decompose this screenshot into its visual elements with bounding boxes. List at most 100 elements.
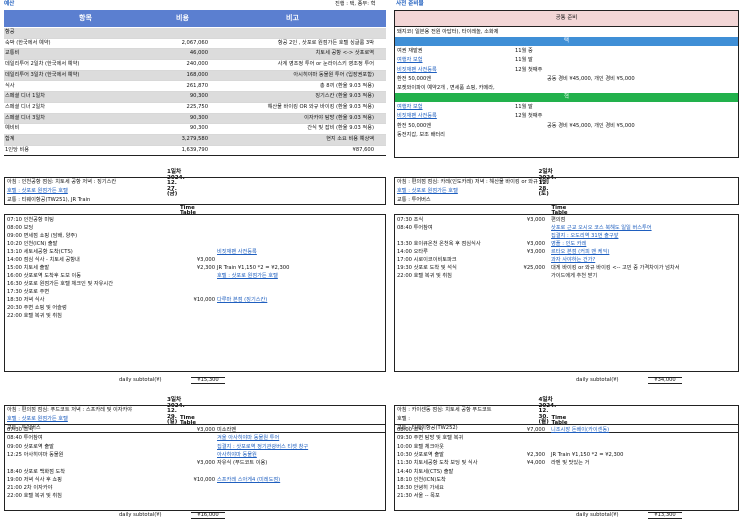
schedule-link[interactable]: 과자 사야하는 건가? (551, 257, 595, 263)
schedule-link[interactable]: 영플 : 인도 카레 (551, 241, 586, 247)
budget-row: 예비비 90,300 간식 및 잡비 (환율 9.03 적용) (4, 124, 386, 135)
budget-note-cell: 항공 2인 , 삿포로 원점가든 호텔 싱글룸 3박 (277, 39, 374, 46)
schedule-text: 08:00 보딩 (7, 225, 34, 231)
time-table-row: 17:00 시로이코이비토파크 과자 사야하는 건가? (395, 257, 738, 265)
price-text: ¥10,000 (193, 297, 215, 303)
prep-when: 12월 첫째주 (515, 113, 543, 120)
prep-link[interactable]: 비짓재팬 사전등록 (397, 67, 437, 73)
budget-note-cell: 사계 영조정 투어 or 눈라이스키 영조정 투어 (277, 61, 374, 68)
subtotal-label: daily subtotal(¥) (576, 377, 619, 383)
budget-cost-cell: 1,639,790 (181, 146, 208, 153)
schedule-text: 10:20 인천(ICN) 출발 (7, 241, 58, 247)
schedule-note: JR Train ¥1,150 *2 = ¥2,300 (217, 265, 290, 271)
time-table-row: 09:00 면세점 쇼핑 (담배, 양주) (5, 233, 385, 241)
prep-row: 여권 재발권 11월 중 (397, 47, 737, 56)
budget-item-cell: 항공 (5, 29, 15, 35)
budget-header-row: 항목 비용 비고 (4, 10, 386, 27)
schedule-link[interactable]: 아사히야마 동물원 (217, 452, 257, 458)
hotel-line[interactable]: 호텔 : 삿포로 원점가든 호텔 (7, 188, 68, 194)
schedule-note: 편의점 (551, 217, 566, 223)
budget-item-cell: 데일리투어 3일차 (한국에서 예약) (5, 71, 80, 78)
prep-link[interactable]: 여행자 보험 (397, 104, 423, 110)
schedule-text: 16:00 삿포로역 도착후 도보 이동 (7, 273, 82, 279)
prep-item: 여권 재발권 (397, 48, 423, 54)
schedule-text: 18:30 저녁 식사 (7, 297, 45, 303)
schedule-text: 07:10 인천공항 미팅 (7, 217, 54, 223)
schedule-link[interactable]: 니조시장 돈베이(카이센동) (551, 427, 609, 433)
schedule-link[interactable]: 호텔 : 삿포로 원점가든 호텔 (217, 273, 278, 279)
schedule-link[interactable]: 삿포로 근교 오시오 코스 북해도 일일 버스투어 (551, 225, 652, 231)
hotel-line[interactable]: 호텔 : 삿포로 원점가든 호텔 (7, 416, 68, 422)
schedule-link[interactable]: 스프카레 스아게4 (미레도점) (217, 477, 280, 483)
budget-row: 데일리투어 2일차 (한국에서 예약) 240,000 사계 영조정 투어 or 눈… (4, 60, 386, 71)
schedule-text: 18:10 인천(ICN)도착 (397, 476, 446, 483)
hotel-line[interactable]: 호텔 : 삿포로 원점가든 호텔 (397, 188, 458, 194)
schedule-note: 대게 바이킹 or 와규 바이킹 <-- 고민 중 가격차이가 넘차서 (551, 265, 680, 271)
budget-item-cell: 교통비 (5, 50, 20, 57)
budget-note-cell: ¥87,600 (352, 146, 374, 153)
time-table-row: 16:30 삿포로 원점가든 호텔 체크인 및 자유시간 (5, 281, 385, 289)
schedule-link[interactable]: 다루마 본점 (징기스칸) (217, 297, 267, 303)
time-table-row: 14:40 치토세(CTS) 출발 (395, 469, 738, 477)
time-table-row: 09:00 삿포로역 출발 집결지 : 삿포로역 정기관광버스 티켓 창구 (5, 444, 385, 452)
time-table-row: 18:40 삿포로 백화점 도착 (5, 469, 385, 477)
time-table: 07:10 인천공항 미팅 08:00 보딩 09:00 면세점 쇼핑 (담배, 양… (4, 214, 386, 372)
subtotal-label: daily subtotal(¥) (119, 512, 162, 518)
prep-row: 환전 50,000엔 공동 경비 ¥45,000, 개인 경비 ¥5,000 (397, 75, 737, 84)
subtotal-value: ¥16,000 (191, 512, 225, 520)
prep-when: 11월 중 (515, 48, 533, 54)
budget-item-cell: 스페셜 디너 1일차 (5, 93, 46, 100)
prep-item: 환전 50,000엔 (397, 75, 432, 82)
budget-item-cell: 스페셜 디너 2일차 (5, 103, 46, 110)
price-text: ¥25,000 (523, 265, 545, 271)
schedule-text: 14:00 오타루 (397, 249, 428, 255)
time-table-row: 집결지 : 오도리역 31번 출구앞 (395, 233, 738, 241)
budget-cost-cell: 240,000 (186, 61, 208, 68)
common-prep-line: 돼지코( 일본용 전원 아답터), 타이레놀, 소화제 (397, 29, 499, 35)
schedule-link[interactable]: 르타오 본점 (커피 맨 케익) (551, 249, 609, 255)
prep-row: 여행자 보험 11월 말 (397, 103, 737, 112)
schedule-text: 19:00 저녁 식사 후 쇼핑 (7, 476, 62, 483)
subtotal-value: ¥34,000 (648, 377, 682, 385)
time-table-row: 07:30 조식 ¥3,000 미소라멘 (5, 427, 385, 435)
price-text: ¥2,300 (526, 451, 545, 458)
time-table-row: 09:30 주변 탐방 및 호텔 복귀 (395, 435, 738, 443)
time-table-row: 14:00 점심 식사 - 치토세 공항내 ¥3,000 (5, 257, 385, 265)
schedule-text: 11:30 치토세공항 도착 보딩 및 식사 (397, 460, 478, 467)
budget-cost-cell: 90,300 (189, 114, 208, 121)
price-text: ¥3,000 (196, 257, 215, 263)
subtotal-value: ¥15,300 (191, 377, 225, 385)
prep-link[interactable]: 여행자 보험 (397, 58, 423, 63)
time-table-row: 19:00 저녁 식사 후 쇼핑 ¥10,000 스프카레 스아게4 (미레도점) (5, 477, 385, 485)
budget-cost-cell: 225,750 (186, 103, 208, 110)
time-table: 07:30 조식 ¥3,000 미소라멘 08:40 투어참여 겨울 아사히야마 동물원… (4, 424, 386, 511)
prep-row: 비짓재팬 사전등록 12월 첫째주 (397, 112, 737, 121)
schedule-link[interactable]: 비짓재팬 사전등록 (217, 249, 257, 255)
time-table-row: 18:30 저녁 식사 ¥10,000 다루마 본점 (징기스칸) (5, 297, 385, 305)
schedule-text: 08:00 조식 (397, 427, 424, 433)
price-text: ¥3,000 (526, 217, 545, 223)
time-table-row: 11:30 치토세공항 도착 보딩 및 식사 ¥4,000 라멘 및 맛있는 거 (395, 460, 738, 468)
budget-note-cell: 아시히야마 동물원 투어 (입장권포함) (293, 71, 374, 78)
schedule-link[interactable]: 집결지 : 삿포로역 정기관광버스 티켓 창구 (217, 444, 308, 450)
schedule-link[interactable]: 겨울 아사히야마 동물원 투어 (217, 436, 279, 441)
schedule-note: JR Train ¥1,150 *2 = ¥2,300 (551, 451, 624, 458)
prep-link[interactable]: 비짓재팬 사전등록 (397, 114, 437, 119)
budget-cost-cell: 261,870 (186, 82, 208, 89)
time-table-row: 21:00 2차 이자카야 (5, 485, 385, 493)
budget-note-cell: 이자카야 탐방 (환율 9.03 적용) (304, 114, 374, 121)
budget-note-cell: 징기스칸 (환율 9.03 적용) (315, 93, 374, 100)
time-table-row: 22:00 호텔 복귀 및 취침 (5, 313, 385, 321)
prep-item: 포켓와이파이 예약2개 , 면세품 쇼핑, 카메라, (397, 85, 495, 92)
time-table-row: 10:00 호텔 체크아웃 (395, 444, 738, 452)
time-table-row: 18:30 안녕히 가세요 (395, 485, 738, 493)
budget-row: 항공 (4, 28, 386, 39)
time-table-row: 22:00 호텔 복귀 및 취침 가이드에게 추천 받기 (395, 273, 738, 281)
subtotal-value: ¥13,300 (648, 512, 682, 520)
time-table-row: 07:10 인천공항 미팅 (5, 217, 385, 225)
prep-row: 동전지갑, 보조 배터리 (397, 131, 737, 140)
schedule-text: 09:00 삿포로역 출발 (7, 443, 54, 450)
time-table-row: 12:25 아사히야마 동물원 아사히야마 동물원 (5, 452, 385, 460)
schedule-link[interactable]: 집결지 : 오도리역 31번 출구앞 (551, 233, 618, 239)
time-table: 08:00 조식 ¥7,000 니조시장 돈베이(카이센동) 09:30 주변 탐방 … (394, 424, 739, 511)
